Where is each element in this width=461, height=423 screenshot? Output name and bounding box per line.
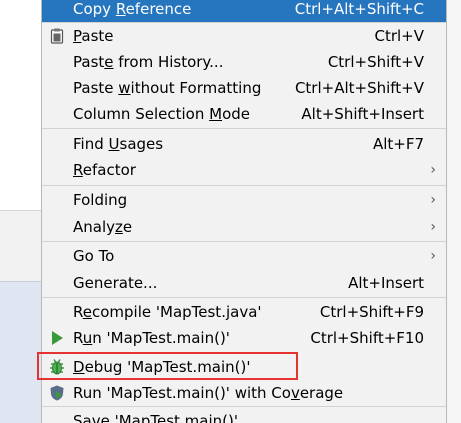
menu-item-paste-without-formatting[interactable]: Paste without Formatting Ctrl+Alt+Shift+… (42, 75, 446, 101)
menu-item-label: Generate... (73, 274, 158, 292)
menu-item-label: Recompile 'MapTest.java' (73, 303, 262, 321)
menu-item-run-with-coverage[interactable]: Run 'MapTest.main()' with Coverage (42, 380, 446, 406)
menu-item-label: Save 'MapTest.main()' (73, 412, 238, 423)
menu-separator (42, 297, 446, 298)
menu-item-label: Analyze (73, 218, 133, 236)
menu-item-label: Copy Reference (73, 0, 192, 18)
menu-item-label: Run 'MapTest.main()' (73, 329, 230, 347)
shortcut-label: Alt+Shift+Insert (301, 105, 424, 123)
shortcut-label: Ctrl+Shift+F9 (319, 303, 424, 321)
menu-item-label: Go To (73, 247, 115, 265)
shortcut-label: Ctrl+V (374, 27, 424, 45)
menu-item-label: Paste without Formatting (73, 79, 262, 97)
coverage-shield-icon (48, 384, 66, 402)
shortcut-label: Alt+Insert (348, 274, 424, 292)
menu-item-label: Paste (73, 27, 114, 45)
menu-item-label: Run 'MapTest.main()' with Coverage (73, 384, 344, 402)
menu-item-run[interactable]: Run 'MapTest.main()' Ctrl+Shift+F10 (42, 325, 446, 351)
menu-item-label: Find Usages (73, 135, 164, 153)
shortcut-label: Ctrl+Shift+F10 (310, 329, 424, 347)
submenu-arrow-icon: › (430, 219, 436, 235)
run-play-icon (48, 329, 66, 347)
debug-highlight-annotation (37, 352, 298, 380)
menu-item-find-usages[interactable]: Find Usages Alt+F7 (42, 131, 446, 157)
menu-separator (42, 128, 446, 129)
menu-separator (42, 241, 446, 242)
menu-item-folding[interactable]: Folding › (42, 187, 446, 213)
menu-item-label: Refactor (73, 161, 136, 179)
shortcut-label: Ctrl+Alt+Shift+V (294, 79, 424, 97)
menu-separator (42, 185, 446, 186)
menu-item-paste[interactable]: Paste Ctrl+V (42, 23, 446, 49)
menu-separator (42, 406, 446, 407)
scrollbar-track[interactable] (446, 0, 461, 423)
menu-item-refactor[interactable]: Refactor › (42, 157, 446, 183)
menu-item-generate[interactable]: Generate... Alt+Insert (42, 270, 446, 296)
shortcut-label: Alt+F7 (372, 135, 424, 153)
menu-item-label: Paste from History... (73, 53, 224, 71)
shortcut-label: Ctrl+Alt+Shift+C (294, 0, 424, 18)
menu-item-recompile[interactable]: Recompile 'MapTest.java' Ctrl+Shift+F9 (42, 299, 446, 325)
shortcut-label: Ctrl+Shift+V (327, 53, 424, 71)
menu-item-go-to[interactable]: Go To › (42, 243, 446, 269)
menu-item-save-configuration[interactable]: Save 'MapTest.main()' (42, 408, 446, 423)
menu-item-label: Folding (73, 191, 128, 209)
submenu-arrow-icon: › (430, 162, 436, 178)
menu-item-paste-from-history[interactable]: Paste from History... Ctrl+Shift+V (42, 49, 446, 75)
menu-item-column-selection-mode[interactable]: Column Selection Mode Alt+Shift+Insert (42, 101, 446, 127)
menu-item-analyze[interactable]: Analyze › (42, 214, 446, 240)
submenu-arrow-icon: › (430, 248, 436, 264)
menu-item-label: Column Selection Mode (73, 105, 250, 123)
menu-item-copy-reference[interactable]: Copy Reference Ctrl+Alt+Shift+C (42, 0, 446, 22)
submenu-arrow-icon: › (430, 192, 436, 208)
clipboard-icon (48, 27, 66, 45)
